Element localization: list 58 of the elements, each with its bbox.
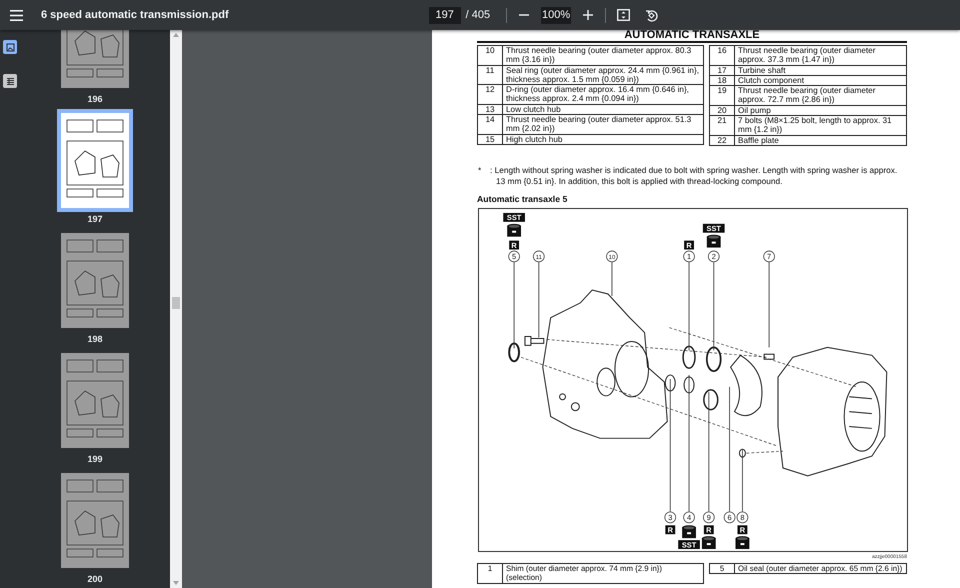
page-number-label: 198 — [87, 334, 103, 345]
cylinder-icon — [736, 536, 750, 549]
part-description: Thrust needle bearing (outer diameter approx. 51.3 mm {2.02 in}) — [502, 114, 704, 134]
page-thumbnail[interactable] — [61, 233, 129, 328]
part-number: 18 — [710, 75, 734, 86]
part-number: 15 — [478, 134, 502, 144]
page-thumbnail[interactable] — [61, 353, 129, 448]
plus-icon — [583, 10, 594, 20]
part-description: Seal ring (outer diameter approx. 24.4 mm {0.961 in}, thickness approx. 1.5 mm {0.059 in}) — [502, 65, 704, 85]
part-description: Baffle plate — [734, 135, 906, 146]
part-description: Thrust needle bearing (outer diameter approx. 72.7 mm {2.86 in}) — [734, 86, 906, 106]
page-number-label: 199 — [87, 454, 103, 465]
picture-icon — [6, 42, 14, 52]
part-number: 11 — [478, 65, 502, 85]
fit-page-icon — [616, 9, 630, 21]
part-number: 22 — [710, 135, 734, 146]
part-number: 16 — [710, 46, 734, 66]
footnote-mark: * — [477, 164, 482, 177]
part-number: 20 — [710, 105, 734, 116]
part-number: 17 — [710, 65, 734, 76]
page-number-label: 196 — [87, 94, 103, 105]
part-description: 7 bolts (M8×1.25 bolt, length to approx. 31 mm {1.2 in}) — [734, 116, 906, 136]
part-description: Thrust needle bearing (outer diameter approx. 37.3 mm {1.47 in}) — [734, 46, 906, 66]
part-number: 13 — [478, 104, 502, 115]
part-description: Oil pump — [734, 105, 906, 116]
menu-icon — [10, 10, 22, 20]
thumbnails-icon[interactable] — [3, 40, 17, 54]
page-number-label: 200 — [87, 574, 103, 585]
zoom-field[interactable]: 100% — [541, 6, 572, 24]
page-thumbnail[interactable] — [61, 113, 129, 208]
figure-title: Automatic transaxle 5 — [477, 194, 568, 204]
part-description: Turbine shaft — [734, 65, 906, 76]
part-description: Low clutch hub — [502, 104, 704, 115]
cylinder-icon — [507, 224, 521, 237]
part-number: 12 — [478, 84, 502, 104]
part-number: 19 — [710, 86, 734, 106]
footnote-text: : Length without spring washer is indicated due to bolt with spring washer. Length with spring washer is approx. 13 mm {0.51 in}. In addition, this bolt is applied with thread-locking compound. — [490, 164, 898, 187]
leader-line — [742, 448, 743, 512]
part-description: Clutch component — [734, 75, 906, 86]
part-description: High clutch hub — [502, 134, 704, 144]
part-description: D-ring (outer diameter approx. 16.4 mm {0.646 in}, thickness approx. 2.4 mm {0.094 in}) — [502, 84, 704, 104]
page-heading: AUTOMATIC TRANSAXLE — [477, 30, 907, 43]
list-icon — [6, 76, 14, 86]
document-title: 6 speed automatic transmission.pdf — [41, 9, 229, 21]
part-number: 14 — [478, 114, 502, 134]
part-number: 10 — [478, 46, 502, 66]
outline-icon[interactable] — [3, 74, 17, 88]
cylinder-icon — [702, 536, 716, 549]
rotate-icon — [644, 8, 658, 22]
cylinder-icon — [682, 525, 696, 538]
cylinder-icon — [706, 234, 721, 248]
page-number-label: 197 — [87, 214, 103, 225]
scrollbar[interactable] — [170, 30, 182, 588]
part-number: 21 — [710, 116, 734, 136]
part-description: Thrust needle bearing (outer diameter approx. 80.3 mm {3.16 in}) — [502, 46, 704, 66]
page-total: / 405 — [466, 9, 490, 21]
page-number-field[interactable]: 197 — [428, 6, 461, 24]
page-thumbnail[interactable] — [61, 473, 129, 568]
